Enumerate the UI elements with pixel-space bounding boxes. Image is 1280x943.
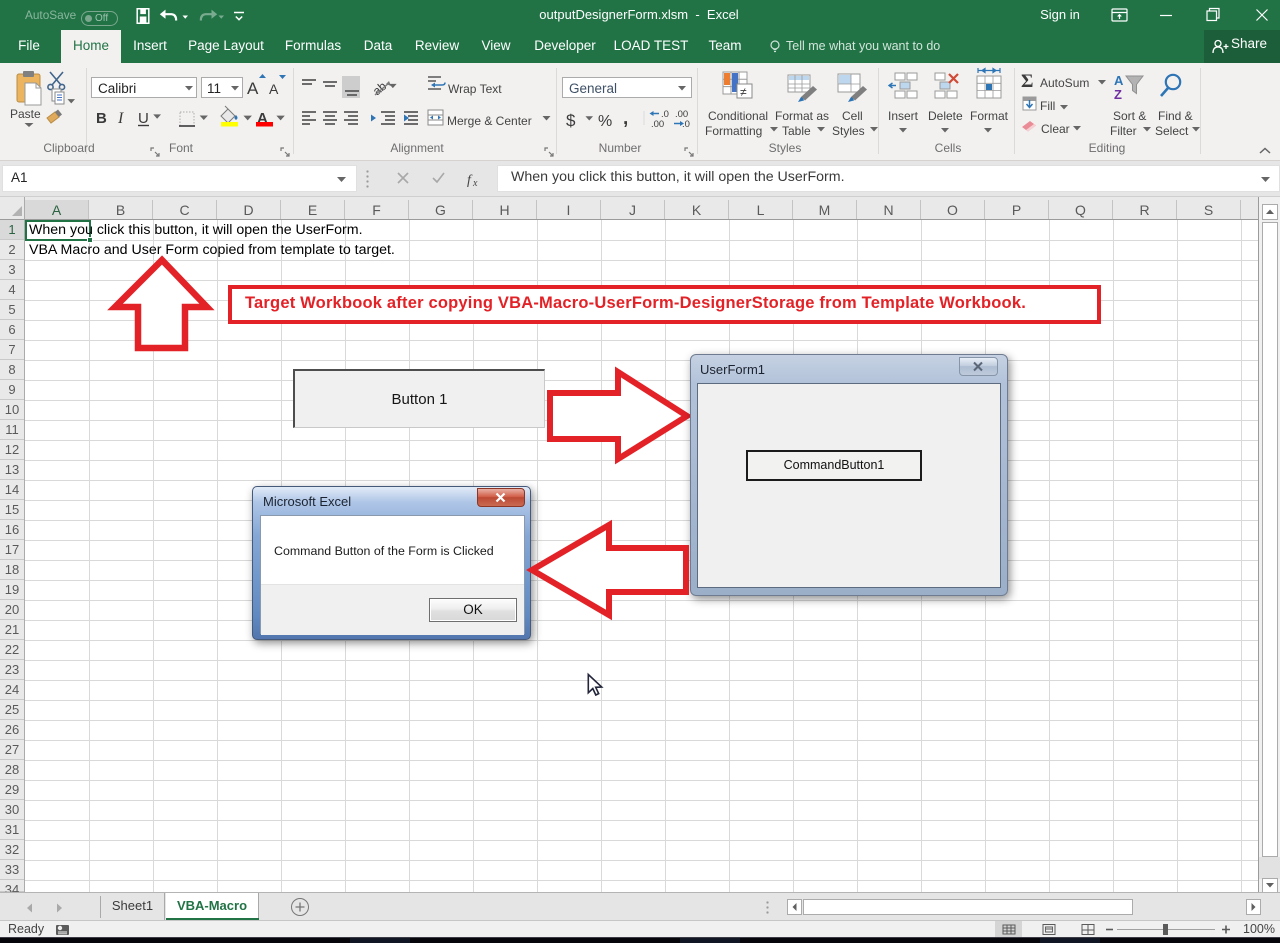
svg-text:,: , — [623, 108, 628, 129]
svg-text:U: U — [138, 110, 149, 127]
svg-text:B: B — [96, 110, 107, 127]
svg-text:I: I — [117, 110, 124, 127]
svg-text:ab: ab — [370, 79, 389, 99]
svg-text:.00: .00 — [651, 119, 664, 130]
svg-text:A: A — [1114, 73, 1124, 88]
svg-text:$: $ — [566, 111, 576, 130]
svg-text:.0: .0 — [682, 119, 690, 130]
svg-text:x: x — [472, 178, 478, 188]
svg-text:Z: Z — [1114, 87, 1122, 102]
svg-text:≠: ≠ — [740, 85, 747, 99]
svg-text:%: % — [598, 113, 612, 130]
svg-text:A: A — [269, 81, 279, 97]
svg-text:Σ: Σ — [1021, 71, 1033, 92]
svg-text:A: A — [247, 79, 259, 98]
